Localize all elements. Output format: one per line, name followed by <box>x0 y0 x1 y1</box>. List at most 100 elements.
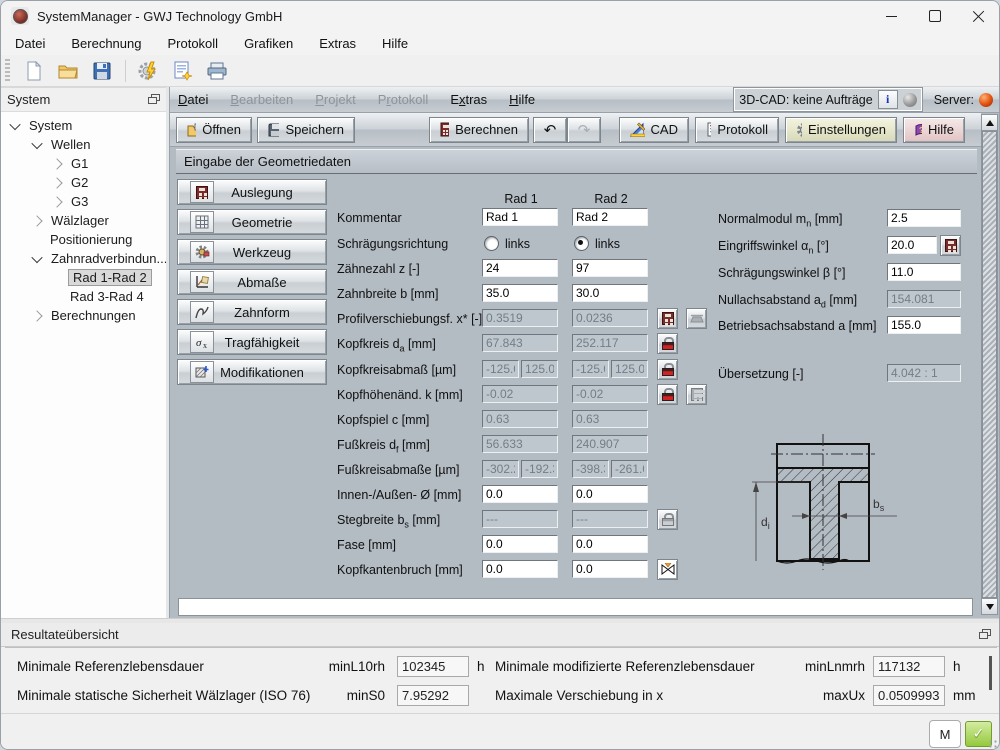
fusskreisabmasse-rad2-lower-field <box>572 460 609 478</box>
minimize-icon <box>886 16 897 17</box>
tree-item-g1[interactable]: G1 <box>1 154 166 173</box>
scroll-up-button[interactable] <box>982 115 997 131</box>
float-panel-icon[interactable] <box>148 94 160 105</box>
tree-item-positionierung[interactable]: Positionierung <box>1 230 166 249</box>
section-title: Eingabe der Geometriedaten <box>184 154 351 169</box>
calculate-icon <box>138 61 160 81</box>
auslegung-icon <box>190 181 214 203</box>
innendurchmesser-rad1-input[interactable] <box>482 485 558 503</box>
app-menu-datei[interactable]: Datei <box>178 92 208 107</box>
results-scrollbar[interactable] <box>989 656 992 690</box>
kopfhoehe-calc-button[interactable] <box>686 384 707 405</box>
toolbar-grip[interactable] <box>5 59 10 83</box>
chevron-down-icon[interactable] <box>9 118 20 129</box>
result-row-2: Minimale statische Sicherheit Wälzlager … <box>5 685 997 707</box>
chevron-right-icon[interactable] <box>31 310 42 321</box>
menu-berechnung[interactable]: Berechnung <box>71 36 141 51</box>
float-results-icon[interactable] <box>979 629 991 640</box>
kopfkantenbruch-chamfer-button[interactable] <box>657 559 678 580</box>
window-title: SystemManager - GWJ Technology GmbH <box>37 9 282 24</box>
resize-grip[interactable] <box>988 739 998 749</box>
close-button[interactable] <box>957 1 1000 31</box>
chevron-down-icon[interactable] <box>31 251 42 262</box>
cad-button[interactable]: CAD <box>619 117 689 143</box>
eingriffswinkel-calc-button[interactable] <box>940 235 961 256</box>
tree-item-rad3-rad4[interactable]: Rad 3-Rad 4 <box>1 287 166 306</box>
chevron-right-icon[interactable] <box>31 215 42 226</box>
menu-hilfe[interactable]: Hilfe <box>382 36 408 51</box>
m-button[interactable]: M <box>929 720 961 748</box>
minimize-button[interactable] <box>869 1 913 31</box>
uebersetzung-label: Übersetzung [-] <box>718 367 803 381</box>
tree-item-g2[interactable]: G2 <box>1 173 166 192</box>
cad-status-indicator <box>903 93 917 107</box>
app-menu-protokoll: Protokoll <box>378 92 429 107</box>
tree-item-waelzlager[interactable]: Wälzlager <box>1 211 166 230</box>
report-button[interactable] <box>169 58 197 84</box>
menu-datei[interactable]: Datei <box>15 36 45 51</box>
kopfhoehe-rad1-field <box>482 385 558 403</box>
scroll-down-button[interactable] <box>982 598 997 614</box>
statusbar: M ✓ <box>1 713 1000 750</box>
calculate-button-inner[interactable]: Berechnen <box>429 117 529 143</box>
innendurchmesser-rad2-input[interactable] <box>572 485 648 503</box>
kopfkantenbruch-rad2-input[interactable] <box>572 560 648 578</box>
menu-protokoll[interactable]: Protokoll <box>167 36 218 51</box>
system-panel-header: System <box>1 88 166 112</box>
print-button[interactable] <box>203 58 231 84</box>
redo-button[interactable]: ↷ <box>567 117 601 143</box>
kopfhoehe-lock-button[interactable] <box>657 384 678 405</box>
kopfkantenbruch-rad1-input[interactable] <box>482 560 558 578</box>
tree-item-g3[interactable]: G3 <box>1 192 166 211</box>
titlebar: SystemManager - GWJ Technology GmbH <box>1 1 1000 31</box>
stegbreite-lock-button[interactable] <box>657 509 678 530</box>
scrollbar-thumb[interactable] <box>982 131 997 598</box>
main-menubar: Datei Berechnung Protokoll Grafiken Extr… <box>1 31 1000 55</box>
main-toolbar <box>1 55 1000 87</box>
app-menu-extras[interactable]: Extras <box>450 92 487 107</box>
app-menu-projekt: Projekt <box>315 92 355 107</box>
open-button[interactable]: Öffnen <box>176 117 252 143</box>
tree-item-zahnradverbindungen[interactable]: Zahnradverbindun... <box>1 249 166 268</box>
fase-rad1-input[interactable] <box>482 535 558 553</box>
eingriffswinkel-input[interactable] <box>887 236 937 254</box>
tree-item-berechnungen[interactable]: Berechnungen <box>1 306 166 325</box>
normalmodul-input[interactable] <box>887 209 961 227</box>
help-book-icon: ? <box>914 123 922 137</box>
open-file-button[interactable] <box>54 58 82 84</box>
settings-button[interactable]: Einstellungen <box>785 117 897 143</box>
tree-item-wellen[interactable]: Wellen <box>1 135 166 154</box>
rad2-column-header: Rad 2 <box>572 192 650 206</box>
chevron-right-icon[interactable] <box>51 196 62 207</box>
fase-rad2-input[interactable] <box>572 535 648 553</box>
calculator-glyph <box>196 186 208 199</box>
chevron-down-icon[interactable] <box>31 137 42 148</box>
save-button-inner[interactable]: Speichern <box>257 117 355 143</box>
menu-grafiken[interactable]: Grafiken <box>244 36 293 51</box>
eingriffswinkel-label: Eingriffswinkel αn [°] <box>718 239 829 256</box>
undo-button[interactable]: ↶ <box>533 117 567 143</box>
betriebsachsabstand-input[interactable] <box>887 316 961 334</box>
chevron-right-icon[interactable] <box>51 158 62 169</box>
app-menu-hilfe[interactable]: Hilfe <box>509 92 535 107</box>
gear-section-drawing: di bs <box>747 426 977 596</box>
schraegungswinkel-input[interactable] <box>887 263 961 281</box>
kopfhoehe-rad2-field <box>572 385 648 403</box>
protocol-button[interactable]: Protokoll <box>695 117 779 143</box>
vertical-scrollbar[interactable] <box>981 114 998 615</box>
maximize-button[interactable] <box>913 1 957 31</box>
lock-icon <box>662 388 674 401</box>
new-file-button[interactable] <box>20 58 48 84</box>
calculator-icon <box>945 239 957 252</box>
tree-item-rad1-rad2[interactable]: Rad 1-Rad 2 <box>1 268 166 287</box>
help-button[interactable]: ? Hilfe <box>903 117 965 143</box>
nav-auslegung-button[interactable]: Auslegung <box>177 179 327 205</box>
save-button[interactable] <box>88 58 116 84</box>
chevron-right-icon[interactable] <box>51 177 62 188</box>
system-tree-panel: System System Wellen G1 G2 G3 Wälzlager … <box>1 87 166 619</box>
menu-extras[interactable]: Extras <box>319 36 356 51</box>
calculate-button[interactable] <box>135 58 163 84</box>
chamfer-icon <box>661 563 675 576</box>
cad-info-button[interactable]: i <box>878 90 898 109</box>
tree-item-system[interactable]: System <box>1 116 166 135</box>
